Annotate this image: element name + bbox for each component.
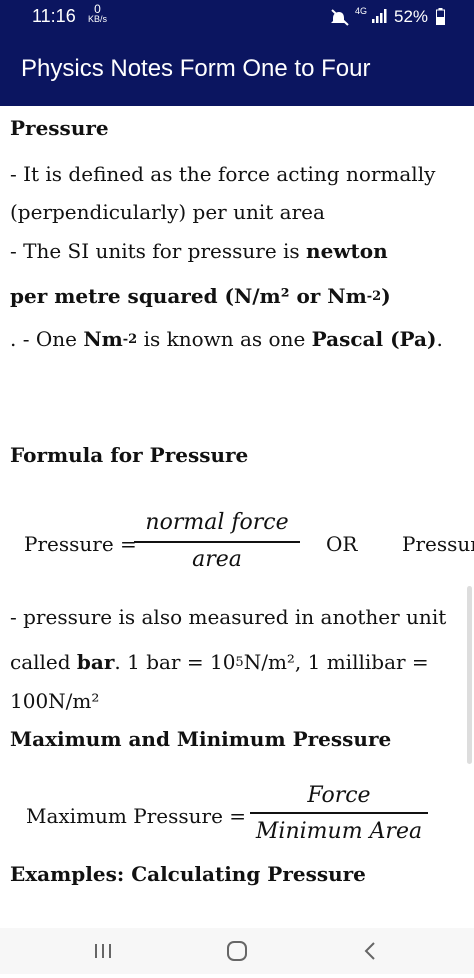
battery-icon bbox=[436, 8, 445, 25]
formula1-lhs: Pressure = bbox=[24, 532, 137, 556]
pascal-suffix: . bbox=[436, 327, 443, 351]
battery-percent: 52% bbox=[394, 7, 429, 26]
signal-icon bbox=[372, 9, 387, 23]
pascal-line: . - One Nm-2 is known as one Pascal (Pa)… bbox=[10, 327, 443, 351]
pascal-mid: is known as one bbox=[137, 327, 312, 351]
back-icon bbox=[364, 942, 375, 960]
pascal-bold: Pascal (Pa) bbox=[311, 327, 437, 351]
app-bar: Physics Notes Form One to Four bbox=[0, 34, 474, 106]
bar-line-3: 100N/m² bbox=[10, 689, 100, 713]
home-button[interactable] bbox=[197, 928, 277, 974]
si-units-superscript: -2 bbox=[366, 289, 382, 304]
si-units-bold-text: per metre squared (N/m² or Nm bbox=[10, 284, 367, 308]
formula2-fraction-bar bbox=[250, 812, 428, 814]
section-heading-formula: Formula for Pressure bbox=[10, 443, 249, 467]
bar-superscript: 5 bbox=[235, 655, 244, 670]
section-heading-examples: Examples: Calculating Pressure bbox=[10, 862, 366, 886]
pascal-prefix: . - One bbox=[10, 327, 84, 351]
status-bar: 11:16 0 KB/s 4G 52% bbox=[0, 0, 474, 34]
home-icon bbox=[227, 941, 247, 961]
si-units-line-2: per metre squared (N/m² or Nm-2) bbox=[10, 284, 391, 308]
formula1-or: OR bbox=[326, 532, 358, 556]
section-heading-max-min: Maximum and Minimum Pressure bbox=[10, 727, 392, 751]
mute-icon bbox=[331, 9, 349, 26]
network-speed: 0 KB/s bbox=[88, 3, 108, 24]
scrollbar-thumb[interactable] bbox=[467, 586, 472, 764]
article-content[interactable]: Pressure - It is defined as the force ac… bbox=[0, 106, 474, 928]
back-button[interactable] bbox=[330, 928, 410, 974]
network-speed-unit: KB/s bbox=[88, 14, 108, 24]
section-heading-pressure: Pressure bbox=[10, 116, 109, 140]
recent-apps-icon bbox=[95, 944, 111, 958]
definition-line-2: (perpendicularly) per unit area bbox=[10, 200, 325, 224]
bar-end: N/m², 1 millibar = bbox=[243, 650, 429, 674]
si-units-newton: newton bbox=[306, 239, 388, 263]
bar-line-2: called bar. 1 bar = 105N/m², 1 millibar … bbox=[10, 650, 429, 674]
navigation-bar bbox=[0, 928, 474, 974]
formula1-denominator: area bbox=[192, 547, 242, 572]
formula1-numerator: normal force bbox=[145, 510, 289, 535]
si-units-close: ) bbox=[381, 284, 391, 308]
pascal-superscript: -2 bbox=[122, 332, 138, 347]
bar-prefix: called bbox=[10, 650, 77, 674]
formula2-denominator: Minimum Area bbox=[255, 819, 423, 844]
network-type: 4G bbox=[355, 6, 368, 16]
recent-apps-button[interactable] bbox=[64, 928, 144, 974]
bar-unit: bar bbox=[76, 650, 115, 674]
formula1-cut-off: Pressure bbox=[402, 532, 474, 556]
pascal-unit: Nm bbox=[83, 327, 123, 351]
definition-line-1: - It is defined as the force acting norm… bbox=[10, 162, 436, 186]
bar-line-1: - pressure is also measured in another u… bbox=[10, 605, 447, 629]
formula1-fraction-bar bbox=[134, 541, 300, 543]
formula2-lhs: Maximum Pressure = bbox=[26, 804, 247, 828]
si-units-prefix: - The SI units for pressure is bbox=[10, 239, 307, 263]
status-time: 11:16 bbox=[32, 6, 76, 26]
si-units-line: - The SI units for pressure is newton bbox=[10, 239, 388, 263]
bar-mid: . 1 bar = 10 bbox=[114, 650, 236, 674]
formula2-numerator: Force bbox=[307, 783, 371, 808]
app-title: Physics Notes Form One to Four bbox=[21, 55, 371, 82]
